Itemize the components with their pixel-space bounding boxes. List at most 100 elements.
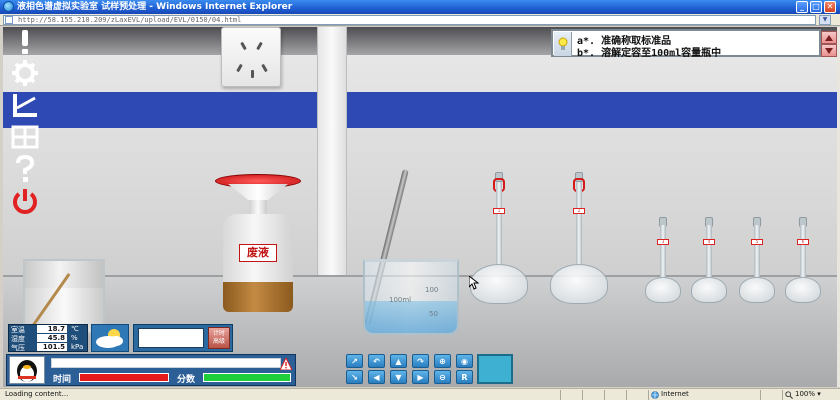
zoom-in-button[interactable]: ⊕ [434, 354, 451, 368]
power-socket [221, 27, 281, 87]
rotate-ccw-icon: ↶ [373, 356, 380, 366]
chart-axis-icon [13, 94, 37, 117]
volumetric-flask-5[interactable]: 5 [737, 217, 777, 307]
wall-blue-stripe [3, 92, 837, 128]
address-input[interactable]: http://58.155.210.209/zLaxEVL/upload/EVL… [3, 15, 816, 25]
time-label: 时间 [53, 375, 72, 385]
beaker-mark: 100ml [389, 296, 412, 304]
beaker-mark: 50 [429, 310, 438, 318]
temp-unit: ℃ [71, 325, 79, 333]
window-title: 液相色谱虚拟实验室 试样预处理 - Windows Internet Explo… [17, 2, 293, 12]
minimize-button[interactable]: _ [796, 1, 808, 13]
chevron-down-icon: ▾ [817, 390, 821, 398]
move-up-button[interactable]: ▲ [390, 354, 407, 368]
weather-panel [91, 324, 129, 352]
scroll-up-button[interactable] [821, 31, 837, 44]
gear-icon [12, 60, 38, 86]
time-progress-bar [79, 373, 169, 382]
pressure-value: 101.5 [37, 343, 67, 351]
instruction-line: b*. 溶解定容至100ml容量瓶中 [577, 48, 722, 59]
triangle-down-icon [825, 47, 833, 54]
flask-tag: 3 [657, 239, 669, 245]
glass-beaker[interactable]: 100 100ml 50 [363, 259, 459, 335]
flask-tag: 5 [751, 239, 763, 245]
move-left-button[interactable]: ◀ [368, 370, 385, 384]
volumetric-flask-6[interactable]: 6 [783, 217, 823, 307]
move-right-button[interactable]: ▶ [412, 370, 429, 384]
message-field [51, 358, 281, 368]
zoom-control[interactable]: 100% ▾ [782, 390, 838, 400]
grid-button[interactable] [8, 122, 42, 152]
exit-button[interactable] [8, 186, 42, 216]
volumetric-flask-3[interactable]: 3 [643, 217, 683, 307]
rotate-down-left-button[interactable]: ↘ [346, 370, 363, 384]
waste-label: 废液 [239, 244, 277, 262]
flask-tag: 1 [493, 208, 505, 214]
chart-button[interactable] [8, 90, 42, 120]
pressure-label: 气压 [11, 344, 25, 352]
eye-icon: ◉ [461, 356, 468, 366]
zoom-level: 100% [795, 390, 816, 398]
address-bar: http://58.155.210.209/zLaxEVL/upload/EVL… [0, 14, 840, 26]
view-button[interactable]: ◉ [456, 354, 473, 368]
score-progress-bar [203, 373, 291, 382]
maximize-button[interactable]: □ [810, 1, 822, 13]
reset-view-button[interactable]: R [456, 370, 473, 384]
power-icon [13, 189, 37, 214]
environment-panel: 室温 18.7 ℃ 湿度 45.8 % 气压 101.5 kPa [8, 324, 88, 352]
move-down-button[interactable]: ▼ [390, 370, 407, 384]
lab-scene: 废液 100 100ml 50 1 2 3 4 5 6 a*. 准确称取标准品 … [3, 27, 837, 387]
status-text: Loading content... [5, 390, 69, 398]
volumetric-flask-2[interactable]: 2 [549, 172, 609, 312]
beaker-water [365, 301, 457, 333]
beaker-mark: 100 [425, 286, 439, 294]
lightbulb-icon [554, 32, 572, 56]
warning-icon [280, 358, 292, 370]
browser-window: 液相色谱虚拟实验室 试样预处理 - Windows Internet Explo… [0, 0, 840, 400]
avatar [9, 356, 45, 384]
globe-icon [651, 391, 659, 399]
rotate-right-button[interactable]: ↷ [412, 354, 429, 368]
volumetric-flask-4[interactable]: 4 [689, 217, 729, 307]
arrow-down-icon: ▼ [395, 372, 402, 382]
settings-button[interactable] [8, 58, 42, 88]
zoom-magnifier-icon [785, 391, 793, 399]
status-bar: Loading content... Internet 100% ▾ [0, 388, 840, 400]
mini-view-screen[interactable] [477, 354, 513, 384]
volumetric-flask-1[interactable]: 1 [469, 172, 529, 312]
instruction-panel: a*. 准确称取标准品 b*. 溶解定容至100ml容量瓶中 [551, 29, 837, 59]
penguin-avatar-icon [17, 360, 37, 382]
zoom-out-button[interactable]: ⊖ [434, 370, 451, 384]
zoom-in-icon: ⊕ [439, 356, 446, 366]
weather-cloud-sun-icon [96, 329, 123, 348]
waste-liquid-bottle[interactable]: 废液 [213, 172, 303, 312]
triangle-up-icon [825, 34, 833, 41]
rotate-up-left-button[interactable]: ↗ [346, 354, 363, 368]
timer-button-label: 计时 [212, 330, 225, 337]
waste-liquid [223, 282, 293, 312]
help-button[interactable] [8, 154, 42, 184]
score-label: 分数 [177, 375, 196, 385]
curved-arrow-icon: ↗ [351, 356, 358, 366]
close-button[interactable]: ✕ [824, 1, 836, 13]
temp-value: 18.7 [37, 325, 67, 333]
zoom-out-icon: ⊖ [439, 372, 446, 382]
curved-arrow-down-icon: ↘ [351, 372, 358, 382]
view-navigation-pad: ↗ ↶ ▲ ↷ ⊕ ◉ ↘ ◀ ▼ ▶ ⊖ R [346, 354, 474, 385]
info-button[interactable] [8, 27, 42, 57]
timer-button[interactable]: 计时 高级 [208, 327, 230, 349]
rotate-left-button[interactable]: ↶ [368, 354, 385, 368]
humidity-unit: % [71, 334, 78, 342]
arrow-left-icon: ◀ [373, 372, 380, 382]
exclamation-icon [22, 30, 28, 54]
rotate-cw-icon: ↷ [417, 356, 424, 366]
arrow-right-icon: ▶ [417, 372, 424, 382]
address-dropdown-button[interactable]: ▼ [819, 15, 831, 25]
table-grid-icon [11, 125, 39, 149]
ie-logo-icon [3, 1, 14, 12]
security-zone-label: Internet [661, 390, 689, 398]
page-icon [5, 16, 13, 24]
flask-tag: 2 [573, 208, 585, 214]
security-zone: Internet [648, 390, 758, 400]
scroll-down-button[interactable] [821, 44, 837, 57]
